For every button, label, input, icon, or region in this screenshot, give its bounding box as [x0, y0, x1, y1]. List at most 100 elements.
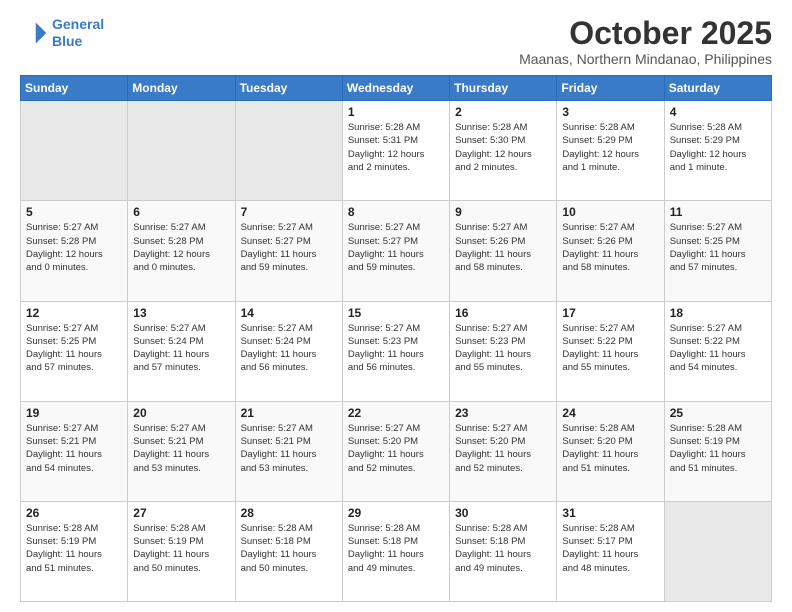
- day-cell: 12 Sunrise: 5:27 AM Sunset: 5:25 PM Dayli…: [21, 301, 128, 401]
- day-info: Sunrise: 5:28 AM Sunset: 5:19 PM Dayligh…: [670, 422, 766, 475]
- day-cell: 29 Sunrise: 5:28 AM Sunset: 5:18 PM Dayli…: [342, 501, 449, 601]
- day-cell: 9 Sunrise: 5:27 AM Sunset: 5:26 PM Daylig…: [450, 201, 557, 301]
- col-wednesday: Wednesday: [342, 76, 449, 101]
- day-number: 20: [133, 406, 229, 420]
- day-info: Sunrise: 5:27 AM Sunset: 5:23 PM Dayligh…: [348, 322, 444, 375]
- day-cell: 26Sunrise: 5:28 AM Sunset: 5:19 PM Dayli…: [21, 501, 128, 601]
- day-info: Sunrise: 5:27 AM Sunset: 5:25 PM Dayligh…: [26, 322, 122, 375]
- day-info: Sunrise: 5:27 AM Sunset: 5:21 PM Dayligh…: [133, 422, 229, 475]
- day-info: Sunrise: 5:27 AM Sunset: 5:22 PM Dayligh…: [562, 322, 658, 375]
- day-info: Sunrise: 5:28 AM Sunset: 5:20 PM Dayligh…: [562, 422, 658, 475]
- col-thursday: Thursday: [450, 76, 557, 101]
- col-saturday: Saturday: [664, 76, 771, 101]
- title-block: October 2025 Maanas, Northern Mindanao, …: [519, 16, 772, 67]
- day-info: Sunrise: 5:27 AM Sunset: 5:20 PM Dayligh…: [348, 422, 444, 475]
- day-number: 10: [562, 205, 658, 219]
- day-cell: [128, 101, 235, 201]
- day-number: 4: [670, 105, 766, 119]
- day-info: Sunrise: 5:27 AM Sunset: 5:24 PM Dayligh…: [133, 322, 229, 375]
- day-info: Sunrise: 5:27 AM Sunset: 5:24 PM Dayligh…: [241, 322, 337, 375]
- day-number: 7: [241, 205, 337, 219]
- day-number: 5: [26, 205, 122, 219]
- day-cell: [664, 501, 771, 601]
- day-number: 28: [241, 506, 337, 520]
- day-info: Sunrise: 5:27 AM Sunset: 5:25 PM Dayligh…: [670, 221, 766, 274]
- week-row-5: 26 Sunrise: 5:28 AM Sunset: 5:19 PM Dayli…: [21, 501, 772, 601]
- day-info: Sunrise: 5:28 AM Sunset: 5:18 PM Dayligh…: [455, 522, 551, 575]
- header-row: Sunday Monday Tuesday Wednesday Thursday…: [21, 76, 772, 101]
- day-cell: 5 Sunrise: 5:27 AM Sunset: 5:28 PM Daylig…: [21, 201, 128, 301]
- calendar-page: General Blue October 2025 Maanas, Northe…: [0, 0, 792, 612]
- day-number: 2: [455, 105, 551, 119]
- day-number: 19: [26, 406, 122, 420]
- day-number: 12: [26, 306, 122, 320]
- col-friday: Friday: [557, 76, 664, 101]
- col-tuesday: Tuesday: [235, 76, 342, 101]
- day-number: 1: [348, 105, 444, 119]
- day-cell: 16Sunrise: 5:27 AM Sunset: 5:23 PM Dayli…: [450, 301, 557, 401]
- day-cell: 31Sunrise: 5:28 AM Sunset: 5:17 PM Dayli…: [557, 501, 664, 601]
- day-number: 25: [670, 406, 766, 420]
- day-cell: 27 Sunrise: 5:28 AM Sunset: 5:19 PM Dayli…: [128, 501, 235, 601]
- day-cell: 1 Sunrise: 5:28 AM Sunset: 5:31 PM Daylig…: [342, 101, 449, 201]
- week-row-3: 12 Sunrise: 5:27 AM Sunset: 5:25 PM Dayli…: [21, 301, 772, 401]
- day-info: Sunrise: 5:27 AM Sunset: 5:28 PM Dayligh…: [133, 221, 229, 274]
- day-info: Sunrise: 5:27 AM Sunset: 5:20 PM Dayligh…: [455, 422, 551, 475]
- col-monday: Monday: [128, 76, 235, 101]
- day-cell: 17 Sunrise: 5:27 AM Sunset: 5:22 PM Dayli…: [557, 301, 664, 401]
- day-cell: 6 Sunrise: 5:27 AM Sunset: 5:28 PM Daylig…: [128, 201, 235, 301]
- day-number: 9: [455, 205, 551, 219]
- day-cell: 22 Sunrise: 5:27 AM Sunset: 5:20 PM Dayli…: [342, 401, 449, 501]
- day-info: Sunrise: 5:27 AM Sunset: 5:27 PM Dayligh…: [348, 221, 444, 274]
- day-number: 15: [348, 306, 444, 320]
- page-header: General Blue October 2025 Maanas, Northe…: [20, 16, 772, 67]
- day-info: Sunrise: 5:27 AM Sunset: 5:21 PM Dayligh…: [241, 422, 337, 475]
- week-row-4: 19 Sunrise: 5:27 AM Sunset: 5:21 PM Dayli…: [21, 401, 772, 501]
- day-cell: 19Sunrise: 5:27 AM Sunset: 5:21 PM Dayli…: [21, 401, 128, 501]
- day-cell: 2 Sunrise: 5:28 AM Sunset: 5:30 PM Daylig…: [450, 101, 557, 201]
- day-info: Sunrise: 5:27 AM Sunset: 5:22 PM Dayligh…: [670, 322, 766, 375]
- week-row-1: 1 Sunrise: 5:28 AM Sunset: 5:31 PM Daylig…: [21, 101, 772, 201]
- calendar-table: Sunday Monday Tuesday Wednesday Thursday…: [20, 75, 772, 602]
- day-info: Sunrise: 5:28 AM Sunset: 5:30 PM Dayligh…: [455, 121, 551, 174]
- day-cell: 25 Sunrise: 5:28 AM Sunset: 5:19 PM Dayli…: [664, 401, 771, 501]
- day-number: 27: [133, 506, 229, 520]
- day-cell: 7Sunrise: 5:27 AM Sunset: 5:27 PM Daylig…: [235, 201, 342, 301]
- logo-text: General Blue: [52, 16, 104, 50]
- day-number: 18: [670, 306, 766, 320]
- day-info: Sunrise: 5:27 AM Sunset: 5:26 PM Dayligh…: [562, 221, 658, 274]
- day-cell: 8Sunrise: 5:27 AM Sunset: 5:27 PM Daylig…: [342, 201, 449, 301]
- day-info: Sunrise: 5:27 AM Sunset: 5:26 PM Dayligh…: [455, 221, 551, 274]
- day-info: Sunrise: 5:28 AM Sunset: 5:17 PM Dayligh…: [562, 522, 658, 575]
- day-number: 26: [26, 506, 122, 520]
- day-cell: 10 Sunrise: 5:27 AM Sunset: 5:26 PM Dayli…: [557, 201, 664, 301]
- day-info: Sunrise: 5:28 AM Sunset: 5:29 PM Dayligh…: [562, 121, 658, 174]
- day-info: Sunrise: 5:27 AM Sunset: 5:28 PM Dayligh…: [26, 221, 122, 274]
- day-number: 21: [241, 406, 337, 420]
- day-number: 29: [348, 506, 444, 520]
- day-cell: 14Sunrise: 5:27 AM Sunset: 5:24 PM Dayli…: [235, 301, 342, 401]
- day-number: 11: [670, 205, 766, 219]
- day-number: 24: [562, 406, 658, 420]
- day-cell: [21, 101, 128, 201]
- day-number: 30: [455, 506, 551, 520]
- day-info: Sunrise: 5:28 AM Sunset: 5:31 PM Dayligh…: [348, 121, 444, 174]
- day-number: 23: [455, 406, 551, 420]
- day-cell: 13Sunrise: 5:27 AM Sunset: 5:24 PM Dayli…: [128, 301, 235, 401]
- day-cell: 15 Sunrise: 5:27 AM Sunset: 5:23 PM Dayli…: [342, 301, 449, 401]
- day-info: Sunrise: 5:28 AM Sunset: 5:18 PM Dayligh…: [241, 522, 337, 575]
- day-info: Sunrise: 5:28 AM Sunset: 5:18 PM Dayligh…: [348, 522, 444, 575]
- day-cell: 24 Sunrise: 5:28 AM Sunset: 5:20 PM Dayli…: [557, 401, 664, 501]
- day-cell: 30 Sunrise: 5:28 AM Sunset: 5:18 PM Dayli…: [450, 501, 557, 601]
- location: Maanas, Northern Mindanao, Philippines: [519, 51, 772, 67]
- day-number: 6: [133, 205, 229, 219]
- day-number: 22: [348, 406, 444, 420]
- day-info: Sunrise: 5:28 AM Sunset: 5:19 PM Dayligh…: [133, 522, 229, 575]
- day-cell: 11 Sunrise: 5:27 AM Sunset: 5:25 PM Dayli…: [664, 201, 771, 301]
- day-cell: [235, 101, 342, 201]
- day-cell: 3Sunrise: 5:28 AM Sunset: 5:29 PM Daylig…: [557, 101, 664, 201]
- day-cell: 28 Sunrise: 5:28 AM Sunset: 5:18 PM Dayli…: [235, 501, 342, 601]
- month-title: October 2025: [519, 16, 772, 51]
- day-number: 16: [455, 306, 551, 320]
- day-number: 17: [562, 306, 658, 320]
